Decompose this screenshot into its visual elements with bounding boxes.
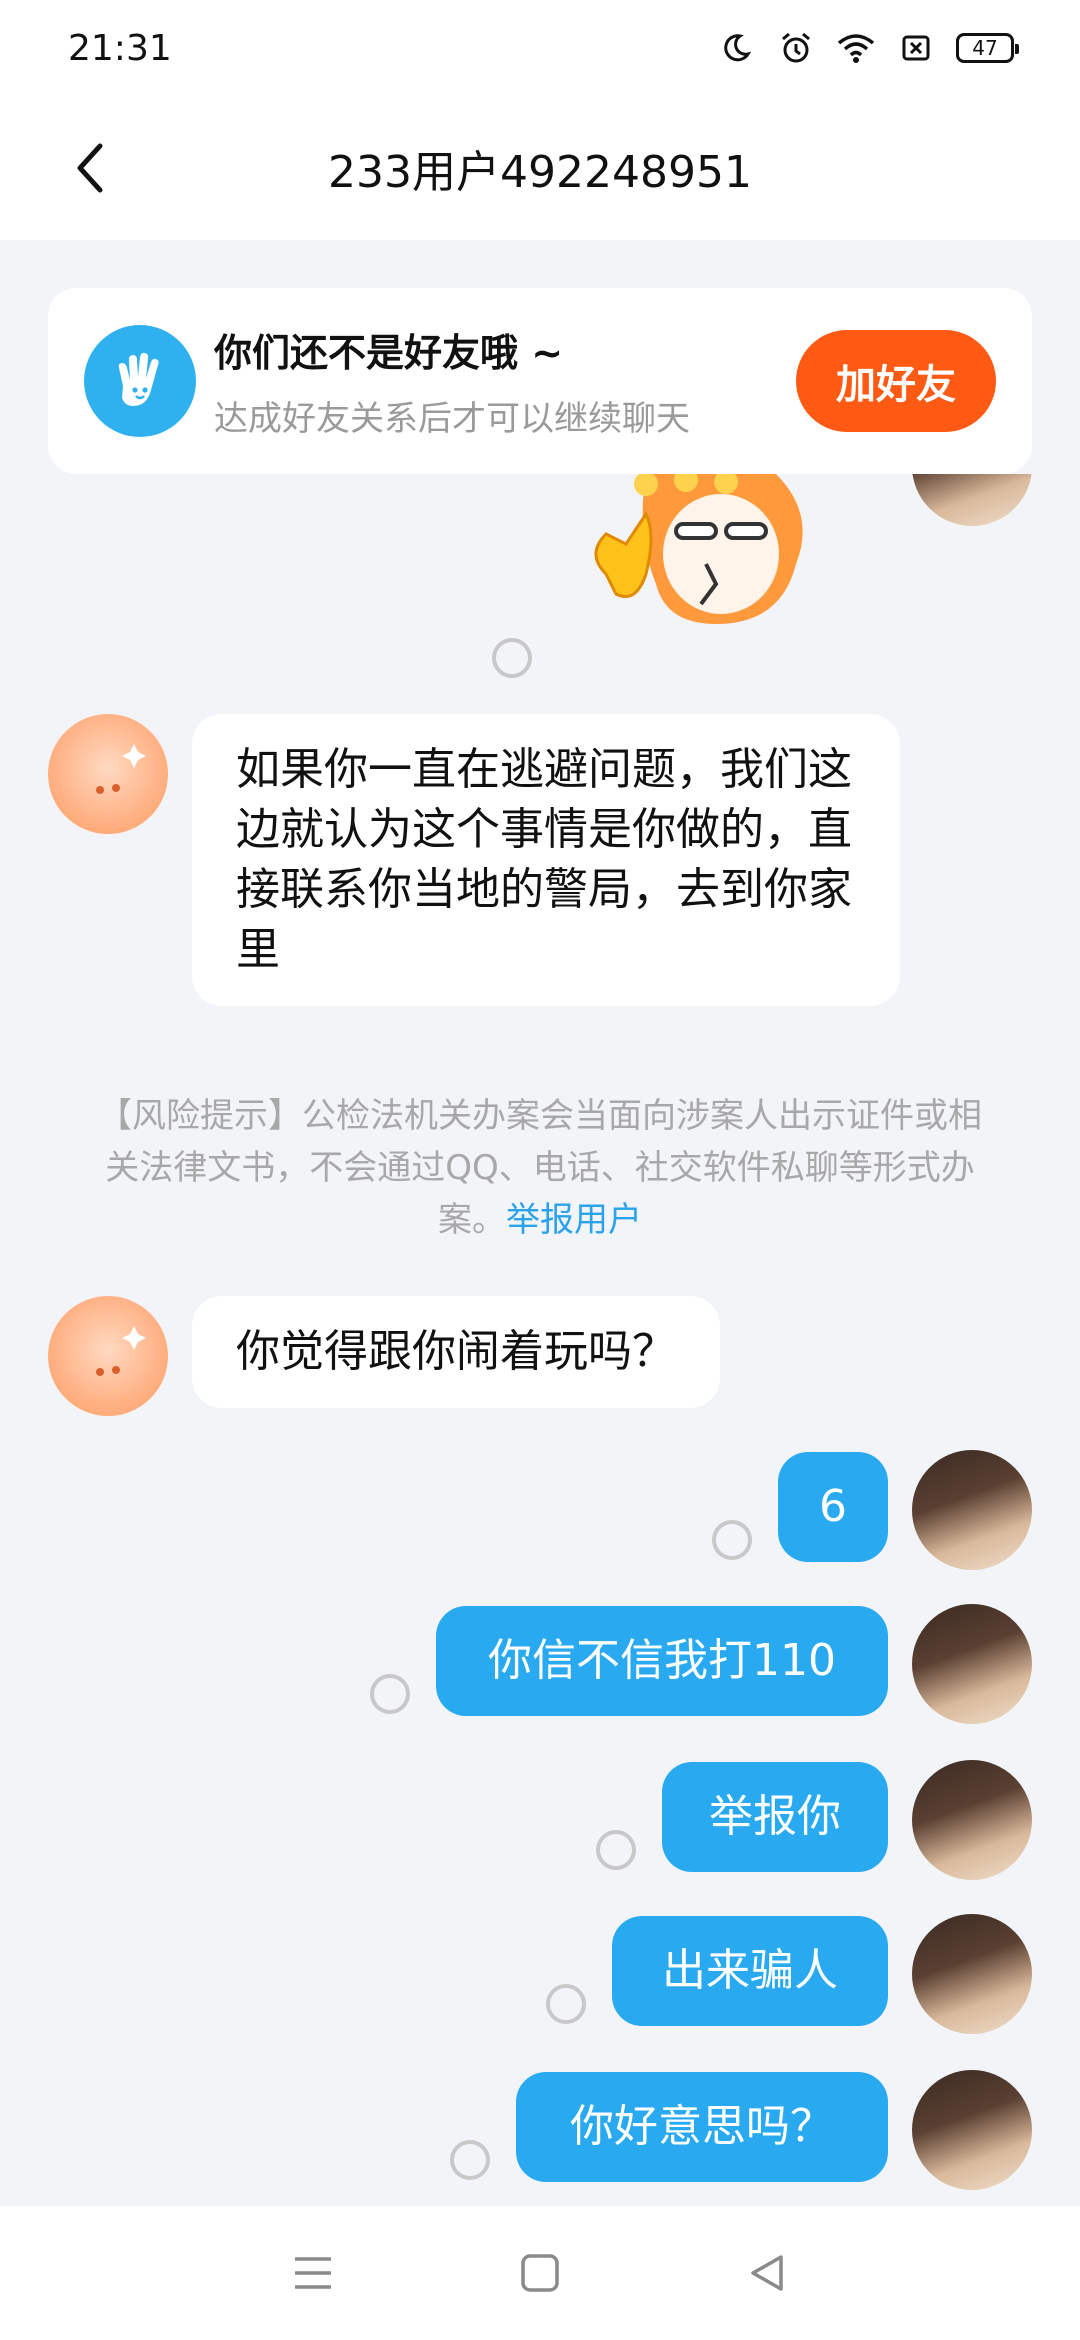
menu-button[interactable] — [283, 2243, 343, 2303]
moon-icon — [716, 28, 756, 68]
read-status-icon — [546, 1984, 586, 2024]
avatar[interactable] — [48, 1296, 168, 1416]
avatar[interactable] — [912, 1914, 1032, 2034]
message-bubble-received[interactable]: 如果你一直在逃避问题，我们这边就认为这个事情是你做的，直接联系你当地的警局，去到… — [192, 714, 900, 1006]
avatar[interactable] — [912, 1604, 1032, 1724]
avatar[interactable] — [912, 474, 1032, 526]
back-triangle-icon — [750, 2255, 783, 2291]
friend-banner-texts: 你们还不是好友哦 ~ 达成好友关系后才可以继续聊天 — [214, 322, 796, 440]
home-square-icon — [521, 2254, 559, 2292]
alarm-icon — [776, 28, 816, 68]
home-button[interactable] — [510, 2243, 570, 2303]
add-friend-button[interactable]: 加好友 — [796, 330, 996, 432]
wifi-icon — [836, 28, 876, 68]
read-status-icon — [712, 1520, 752, 1560]
avatar[interactable] — [48, 714, 168, 834]
wave-hand-icon — [84, 325, 196, 437]
risk-notice: 【风险提示】公检法机关办案会当面向涉案人出示证件或相关法律文书，不会通过QQ、电… — [96, 1090, 984, 1246]
message-bubble-sent[interactable]: 出来骗人 — [612, 1916, 888, 2026]
back-nav-button[interactable] — [737, 2243, 797, 2303]
friend-banner-title: 你们还不是好友哦 ~ — [214, 331, 564, 375]
sticker-image[interactable] — [576, 474, 826, 664]
chat-header: 233用户492248951 — [0, 96, 1080, 240]
message-bubble-received[interactable]: 你觉得跟你闹着玩吗？ — [192, 1296, 720, 1408]
chevron-left-icon — [77, 143, 103, 193]
chat-message-list[interactable]: 如果你一直在逃避问题，我们这边就认为这个事情是你做的，直接联系你当地的警局，去到… — [0, 474, 1080, 2206]
report-user-link[interactable]: 举报用户 — [506, 1200, 642, 1240]
battery-icon: 47 — [956, 33, 1019, 63]
friend-request-banner: 你们还不是好友哦 ~ 达成好友关系后才可以继续聊天 加好友 — [48, 288, 1032, 474]
read-status-icon — [596, 1830, 636, 1870]
sim-off-icon — [896, 28, 936, 68]
message-bubble-sent[interactable]: 6 — [778, 1452, 888, 1562]
avatar[interactable] — [912, 1760, 1032, 1880]
avatar[interactable] — [912, 1450, 1032, 1570]
page-title: 233用户492248951 — [328, 147, 752, 198]
message-bubble-sent[interactable]: 举报你 — [662, 1762, 888, 1872]
back-button[interactable] — [60, 138, 120, 198]
status-bar: 21:31 47 — [0, 0, 1080, 96]
menu-icon — [295, 2257, 332, 2289]
friend-banner-subtitle: 达成好友关系后才可以继续聊天 — [214, 399, 690, 439]
status-time: 21:31 — [68, 27, 172, 69]
read-status-icon — [492, 638, 532, 678]
message-bubble-sent[interactable]: 你信不信我打110 — [436, 1606, 888, 1716]
read-status-icon — [450, 2140, 490, 2180]
read-status-icon — [370, 1674, 410, 1714]
system-nav-bar — [0, 2206, 1080, 2340]
status-icons: 47 — [716, 28, 1019, 68]
avatar[interactable] — [912, 2070, 1032, 2190]
message-bubble-sent[interactable]: 你好意思吗？ — [516, 2072, 888, 2182]
